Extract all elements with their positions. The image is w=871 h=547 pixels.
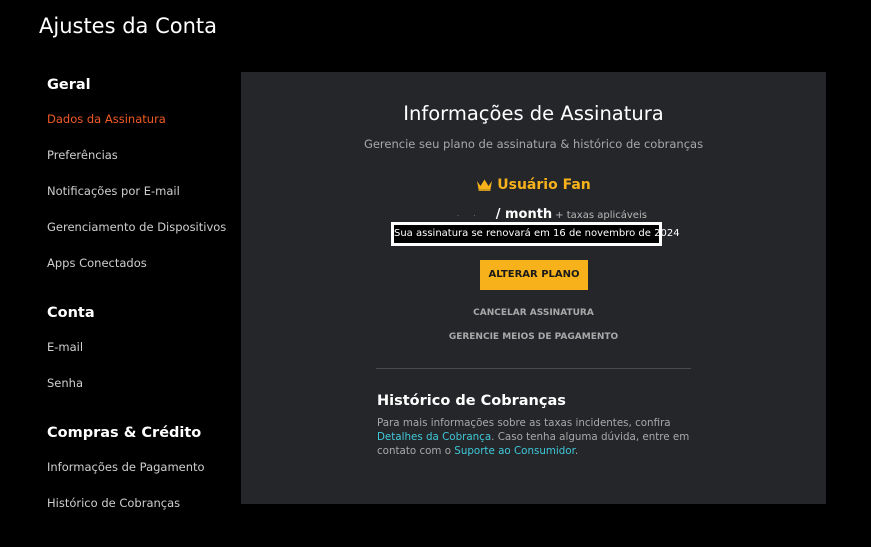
billing-history-title: Histórico de Cobranças (377, 393, 566, 409)
price-redacted: · · (457, 212, 482, 220)
billing-details-link[interactable]: Detalhes da Cobrança (377, 431, 491, 443)
sidebar-item-email-notifications[interactable]: Notificações por E-mail (47, 184, 180, 198)
renewal-notice: Sua assinatura se renovará em 16 de nove… (391, 222, 680, 246)
customer-support-link[interactable]: Suporte ao Consumidor (454, 445, 575, 457)
section-divider (376, 368, 691, 369)
price-row: · · / month + taxas aplicáveis (457, 203, 647, 222)
plan-name: Usuário Fan (497, 177, 591, 193)
sidebar-item-preferences[interactable]: Preferências (47, 148, 118, 162)
billing-text-part: . (574, 445, 579, 457)
plan-name-row: Usuário Fan (241, 177, 826, 193)
sidebar-heading-conta: Conta (47, 305, 95, 321)
sidebar-item-payment-info[interactable]: Informações de Pagamento (47, 460, 205, 474)
billing-history-text: Para mais informações sobre as taxas inc… (377, 416, 697, 458)
subscription-panel: Informações de Assinatura Gerencie seu p… (241, 72, 826, 504)
change-plan-button[interactable]: ALTERAR PLANO (480, 260, 588, 290)
subscription-subtitle: Gerencie seu plano de assinatura & histó… (363, 137, 704, 151)
price-period: / month (495, 207, 553, 222)
account-settings-page: Ajustes da Conta Geral Dados da Assinatu… (0, 0, 871, 547)
cancel-subscription-link[interactable]: CANCELAR ASSINATURA (241, 308, 826, 318)
page-title: Ajustes da Conta (39, 14, 218, 38)
price-taxes: + taxas aplicáveis (555, 210, 647, 221)
sidebar-item-email[interactable]: E-mail (47, 340, 83, 354)
sidebar-item-password[interactable]: Senha (47, 376, 83, 390)
sidebar-heading-purchases-credit: Compras & Crédito (47, 425, 202, 441)
sidebar-item-subscription-data[interactable]: Dados da Assinatura (47, 112, 166, 126)
manage-payment-methods-link[interactable]: GERENCIE MEIOS DE PAGAMENTO (241, 332, 826, 342)
sidebar-heading-geral: Geral (47, 77, 91, 93)
crown-icon (477, 179, 493, 191)
subscription-title: Informações de Assinatura (403, 102, 664, 125)
sidebar-item-device-management[interactable]: Gerenciamento de Dispositivos (47, 220, 226, 234)
billing-text-part: Para mais informações sobre as taxas inc… (377, 417, 671, 429)
sidebar-item-billing-history[interactable]: Histórico de Cobranças (47, 496, 180, 510)
sidebar-item-connected-apps[interactable]: Apps Conectados (47, 256, 147, 270)
